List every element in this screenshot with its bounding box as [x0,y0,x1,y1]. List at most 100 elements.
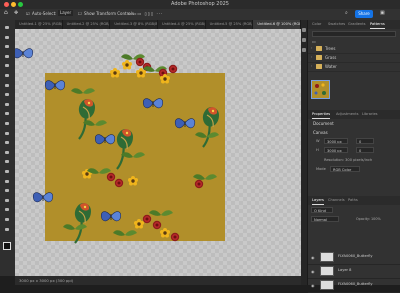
move-tool-icon[interactable]: ✥ [14,10,18,16]
marquee-tool-icon[interactable] [3,34,11,41]
folder-icon [316,55,322,60]
layer-row[interactable]: ◉ FLYA0060_Butterfly [308,278,400,293]
chevron-right-icon: › [311,55,313,59]
document-tabs: Untitled-1 @ 25% (RGB/8) Untitled-2 @ 25%… [15,20,301,29]
mode-select[interactable]: RGB Color [330,166,360,172]
document-tab[interactable]: Untitled-2 @ 25% (RGB/8) [63,20,111,29]
align-icons[interactable]: ▭▭▭ ▯▯▯ ··· [128,11,163,16]
auto-select-checkbox[interactable]: ☑ [26,11,30,16]
resolution-text: Resolution: 300 pixels/inch [324,158,373,162]
path-select-icon[interactable] [3,187,11,194]
paragraph-panel-icon[interactable] [302,48,306,52]
layer-thumbnail [320,252,334,262]
search-icon[interactable]: ⌕ [345,10,348,16]
more-tools-icon[interactable] [3,226,11,233]
pen-tool-icon[interactable] [3,168,11,175]
visibility-eye-icon[interactable]: ◉ [311,269,315,274]
properties-panel-tabs: Properties Adjustments Libraries [308,110,400,119]
foreground-color-swatch[interactable] [3,242,11,250]
document-tab[interactable]: Untitled-4 @ 25% (RGB/8) [158,20,206,29]
auto-select-dropdown[interactable]: Layer [58,10,74,16]
layer-name: FLYA0060_Butterfly [338,254,373,258]
tab-adjustments[interactable]: Adjustments [336,110,359,119]
layer-thumbnail [320,280,334,290]
eraser-icon[interactable] [3,130,11,137]
document-tab[interactable]: Untitled-1 @ 25% (RGB/8) [15,20,63,29]
visibility-eye-icon[interactable]: ◉ [311,255,315,260]
x-field[interactable]: 0 [356,138,374,144]
shape-tool-icon[interactable] [3,197,11,204]
properties-panel-icon[interactable] [302,38,306,42]
layers-panel-tabs: Layers Channels Paths [308,196,400,205]
tab-libraries[interactable]: Libraries [362,110,378,119]
folder-icon [316,64,322,69]
layer-row[interactable]: ◉ FLYA0060_Butterfly [308,250,400,265]
pattern-swatch-art [314,83,326,95]
hand-tool-icon[interactable] [3,206,11,213]
document-info[interactable]: 3000 px x 3000 px (300 ppi) [19,278,73,283]
spot-healing-icon[interactable] [3,91,11,98]
folder-water[interactable]: › Water [308,62,400,72]
blur-tool-icon[interactable] [3,149,11,156]
canvas-workspace[interactable] [15,29,301,276]
document-label: Document [313,121,334,126]
document-tab[interactable]: Untitled-5 @ 25% (RGB/8) [206,20,254,29]
workspace-icon[interactable]: ▣ [380,10,385,16]
status-bar: 3000 px x 3000 px (300 ppi) [15,276,301,285]
toolbar [0,20,16,276]
history-brush-icon[interactable] [3,120,11,127]
history-panel-icon[interactable] [302,28,306,32]
move-tool-icon[interactable] [3,24,11,31]
brush-tool-icon[interactable] [3,101,11,108]
share-button[interactable]: Share [355,10,373,18]
layer-name: Layer 8 [338,268,352,272]
layer-row[interactable]: ◉ Layer 8 [308,264,400,279]
transform-checkbox[interactable]: ☐ [78,11,82,16]
lasso-tool-icon[interactable] [3,43,11,50]
tab-channels[interactable]: Channels [328,196,345,205]
tab-gradients[interactable]: Gradients [348,20,366,29]
document-tab[interactable]: Untitled-6 @ 100% (RGB/8) [253,20,301,29]
visibility-eye-icon[interactable]: ◉ [311,283,315,288]
layer-thumbnail [320,266,334,276]
folder-icon [316,46,322,51]
dodge-tool-icon[interactable] [3,158,11,165]
opacity-field[interactable]: Opacity: 100% [356,217,381,221]
blend-mode-select[interactable]: Normal [311,216,339,222]
pattern-swatch-thumbnail[interactable] [311,80,330,99]
title-bar: Adobe Photoshop 2025 [0,0,400,9]
home-icon[interactable]: ⌂ [4,9,8,16]
y-field[interactable]: 0 [356,147,374,153]
document-tab[interactable]: Untitled-3 @ 8% (RGB/8) [110,20,158,29]
tab-layers[interactable]: Layers [312,196,324,205]
gradient-tool-icon[interactable] [3,139,11,146]
mode-label: Mode [316,167,326,171]
patterns-search-input[interactable] [312,31,396,37]
panels-dock: Color Swatches Gradients Patterns ▭ › Tr… [307,20,400,293]
width-field[interactable]: 3000 px [324,138,348,144]
clone-stamp-icon[interactable] [3,110,11,117]
tab-swatches[interactable]: Swatches [328,20,345,29]
canvas-section-label: Canvas [313,130,328,135]
magic-wand-icon[interactable] [3,53,11,60]
zoom-tool-icon[interactable] [3,216,11,223]
frame-tool-icon[interactable] [3,72,11,79]
height-label: H [316,148,319,152]
tab-properties[interactable]: Properties [312,110,331,119]
pattern-artwork [15,48,221,245]
tab-paths[interactable]: Paths [348,196,358,205]
eyedropper-icon[interactable] [3,82,11,89]
layer-kind-filter[interactable]: Q Kind [311,207,333,213]
patterns-panel-tabs: Color Swatches Gradients Patterns [308,20,400,29]
app-title: Adobe Photoshop 2025 [171,1,229,7]
auto-select-label: Auto-Select: [32,11,57,16]
width-label: W [316,139,320,143]
chevron-right-icon: › [311,46,313,50]
type-tool-icon[interactable] [3,178,11,185]
height-field[interactable]: 3000 px [324,147,348,153]
layer-name: FLYA0060_Butterfly [338,282,373,286]
tab-patterns[interactable]: Patterns [370,20,385,29]
tab-color[interactable]: Color [312,20,321,29]
transform-label: Show Transform Controls [84,11,134,16]
crop-tool-icon[interactable] [3,62,11,69]
